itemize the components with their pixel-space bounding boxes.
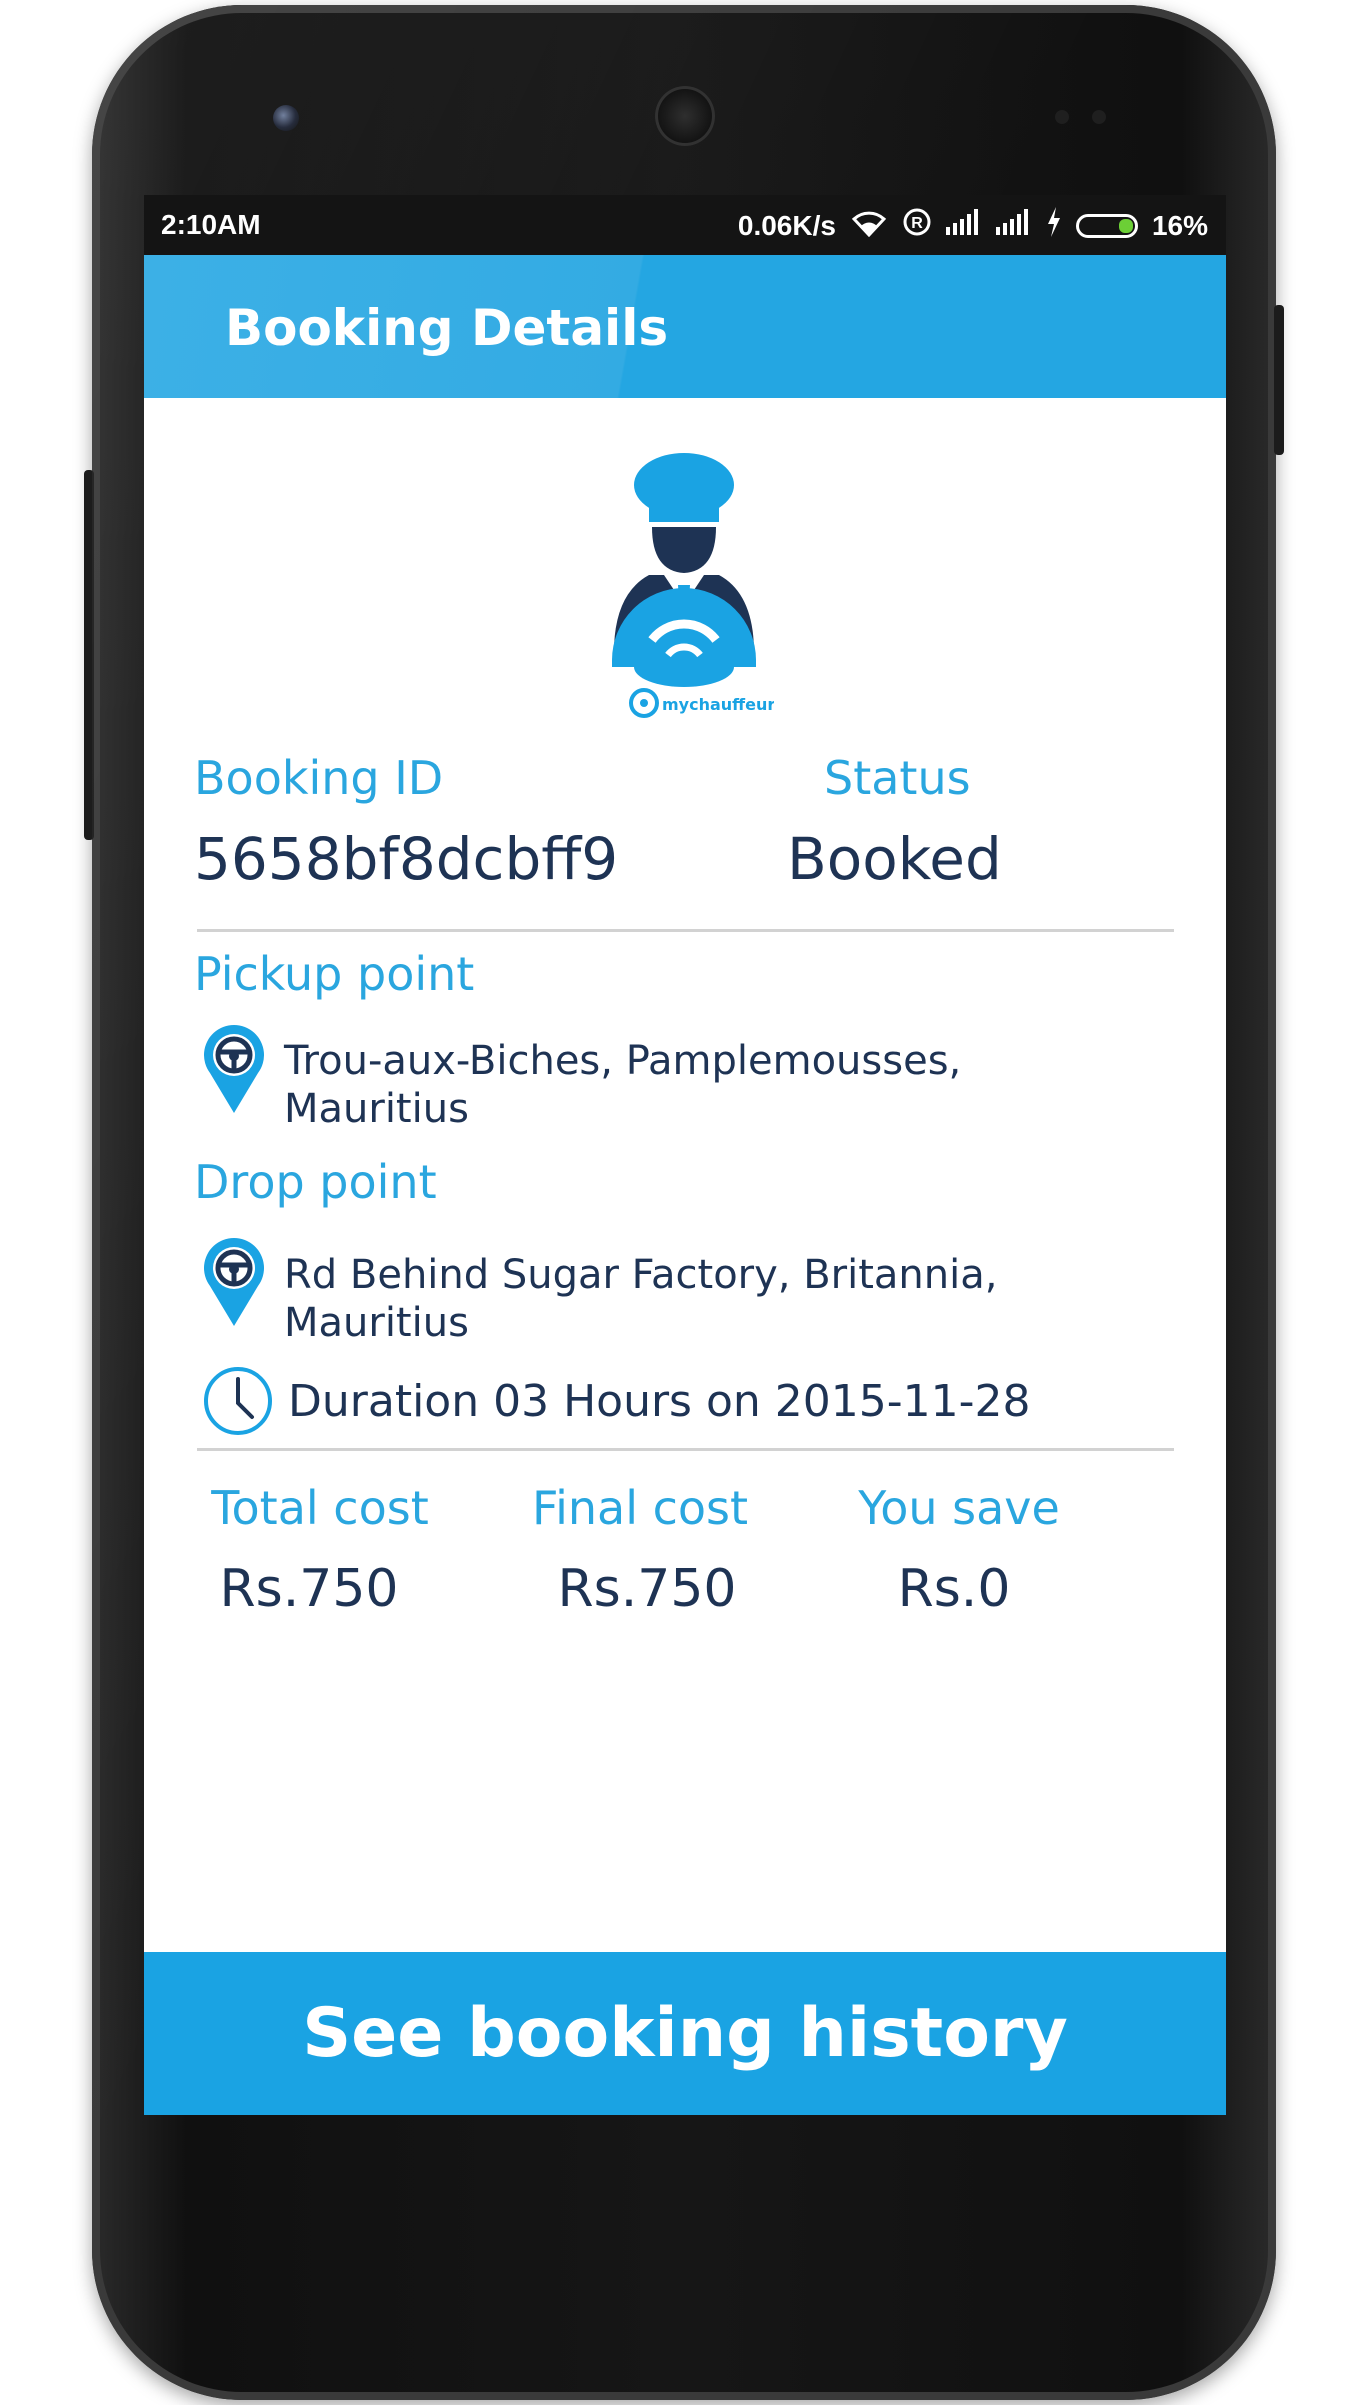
you-save-label: You save [858, 1481, 1060, 1535]
signal-icon [995, 209, 1032, 242]
earpiece-speaker [655, 86, 715, 146]
charging-icon [1046, 207, 1062, 244]
status-bar: 2:10AM 0.06K/s R 16% [144, 195, 1226, 255]
battery-icon [1075, 213, 1138, 238]
pickup-address: Trou-aux-Biches, Pamplemousses, Mauritiu… [284, 1037, 961, 1133]
booking-id-label: Booking ID [194, 751, 444, 805]
screen: 2:10AM 0.06K/s R 16% Booking Details myc… [144, 195, 1226, 2115]
pickup-address-line1: Trou-aux-Biches, Pamplemousses, [284, 1038, 962, 1084]
location-pin-icon [204, 1238, 264, 1326]
drop-label: Drop point [194, 1155, 437, 1209]
light-sensor [1092, 110, 1106, 124]
total-cost-value: Rs.750 [219, 1559, 399, 1619]
final-cost-label: Final cost [531, 1481, 749, 1535]
drop-address-line2: Mauritius [284, 1300, 469, 1346]
front-camera [273, 105, 299, 131]
chauffeur-logo: mychauffeur [594, 445, 775, 725]
booking-history-button[interactable]: See booking history [144, 1952, 1226, 2115]
clock-icon [202, 1365, 274, 1437]
divider [197, 1448, 1174, 1451]
status-value: Booked [787, 825, 1002, 893]
volume-button [84, 470, 94, 840]
registered-icon: R [902, 207, 932, 244]
pickup-label: Pickup point [194, 947, 475, 1001]
duration-text: Duration 03 Hours on 2015-11-28 [288, 1376, 1031, 1427]
battery-percent: 16% [1151, 209, 1208, 241]
status-icons: 0.06K/s R 16% [738, 207, 1208, 244]
location-pin-icon [204, 1025, 264, 1113]
svg-text:R: R [911, 215, 923, 232]
status-label: Status [824, 751, 971, 805]
you-save-value: Rs.0 [897, 1559, 1011, 1619]
total-cost-label: Total cost [211, 1481, 429, 1535]
final-cost-value: Rs.750 [557, 1559, 737, 1619]
proximity-sensor [1055, 110, 1069, 124]
network-speed: 0.06K/s [737, 209, 836, 241]
app-bar: Booking Details [144, 255, 1226, 398]
wifi-icon [850, 207, 888, 244]
pickup-address-line2: Mauritius [284, 1086, 469, 1132]
booking-id-value: 5658bf8dcbff9 [194, 825, 619, 893]
signal-icon [945, 209, 982, 242]
logo-text: mychauffeur [662, 695, 774, 714]
drop-address: Rd Behind Sugar Factory, Britannia, Maur… [284, 1251, 997, 1347]
drop-address-line1: Rd Behind Sugar Factory, Britannia, [284, 1252, 998, 1298]
status-time: 2:10AM [161, 209, 261, 240]
divider [197, 929, 1174, 932]
power-button [1274, 305, 1284, 455]
page-title: Booking Details [225, 299, 669, 357]
